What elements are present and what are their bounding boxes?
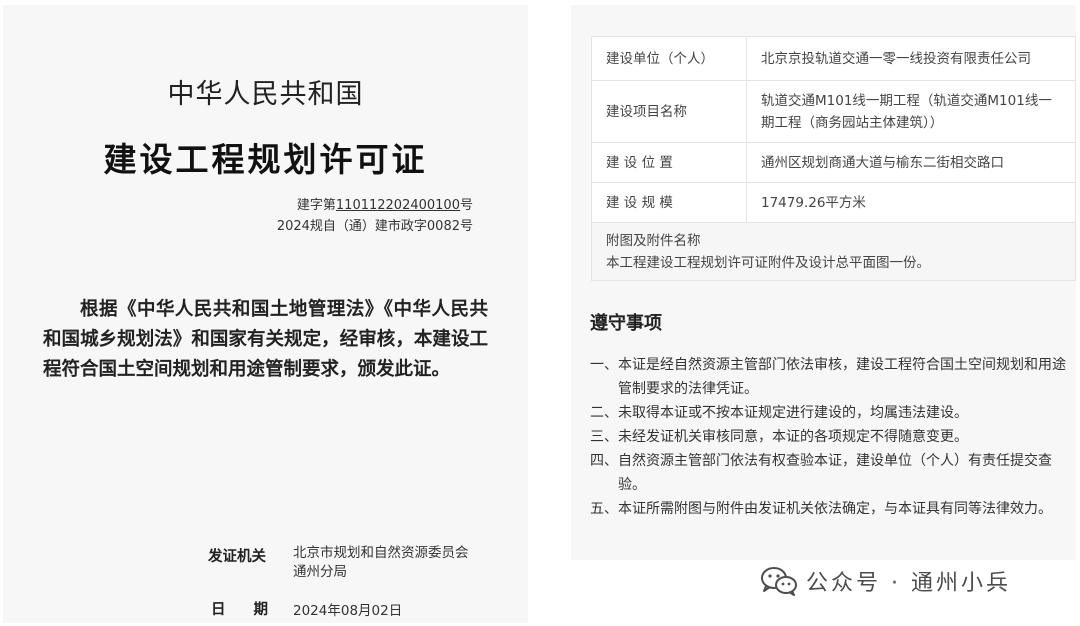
table-row: 附图及附件名称 本工程建设工程规划许可证附件及设计总平面图一份。 (591, 222, 1076, 281)
row-label: 建设项目名称 (591, 80, 747, 143)
issuer-line2: 通州分局 (293, 564, 347, 580)
attachment-label: 附图及附件名称 (606, 232, 701, 249)
attachment-cell: 附图及附件名称 本工程建设工程规划许可证附件及设计总平面图一份。 (591, 222, 1076, 281)
number-value: 110112202400100 (335, 198, 460, 213)
observances-list: 一、 本证是经自然资源主管部门依法审核，建设工程符合国土空间规划和用途管制要求的法… (590, 353, 1068, 521)
item-text: 未经发证机关审核同意，本证的各项规定不得随意变更。 (618, 429, 968, 445)
table-row: 建 设 规 模 17479.26平方米 (591, 182, 1076, 223)
row-value: 轨道交通M101线一期工程（轨道交通M101线一期工程（商务园站主体建筑）） (746, 80, 1076, 143)
item-number: 五、 (590, 501, 618, 517)
certificate-number: 建字第110112202400100号 (277, 195, 473, 216)
table-row: 建设单位（个人） 北京京投轨道交通一零一线投资有限责任公司 (591, 36, 1076, 81)
page: 中华人民共和国 建设工程规划许可证 建字第110112202400100号 20… (0, 0, 1080, 626)
info-table: 建设单位（个人） 北京京投轨道交通一零一线投资有限责任公司 建设项目名称 轨道交… (591, 36, 1076, 281)
table-row: 建 设 位 置 通州区规划商通大道与榆东二街相交路口 (591, 142, 1076, 183)
date-value: 2024年08月02日 (293, 603, 403, 619)
item-number: 二、 (590, 405, 618, 421)
number-suffix: 号 (459, 198, 473, 213)
list-item: 五、 本证所需附图与附件由发证机关依法确定，与本证具有同等法律效力。 (590, 497, 1068, 521)
item-text: 本证所需附图与附件由发证机关依法确定，与本证具有同等法律效力。 (618, 501, 1052, 517)
item-number: 四、 (590, 453, 618, 469)
certificate-numbers: 建字第110112202400100号 2024规自（通）建市政字0082号 (277, 195, 473, 237)
item-text: 本证是经自然资源主管部门依法审核，建设工程符合国土空间规划和用途管制要求的法律凭… (618, 357, 1066, 397)
row-value: 北京京投轨道交通一零一线投资有限责任公司 (746, 36, 1076, 81)
certificate-body: 根据《中华人民共和国土地管理法》《中华人民共和国城乡规划法》和国家有关规定，经审… (43, 299, 488, 380)
attachment-value: 本工程建设工程规划许可证附件及设计总平面图一份。 (606, 254, 930, 271)
certificate-country: 中华人民共和国 (167, 79, 364, 110)
issuer-value: 北京市规划和自然资源委员会 通州分局 (293, 544, 503, 582)
watermark-text: 公众号 · 通州小兵 (806, 571, 1011, 596)
row-label: 建 设 规 模 (591, 182, 747, 223)
list-item: 二、 未取得本证或不按本证规定进行建设的，均属违法建设。 (590, 401, 1068, 425)
number-prefix: 建字第 (296, 198, 336, 213)
row-label: 建设单位（个人） (591, 36, 747, 81)
details-panel: 建设单位（个人） 北京京投轨道交通一零一线投资有限责任公司 建设项目名称 轨道交… (571, 5, 1076, 560)
row-label: 建 设 位 置 (591, 142, 747, 183)
certificate-title: 建设工程规划许可证 (103, 140, 428, 179)
certificate-panel: 中华人民共和国 建设工程规划许可证 建字第110112202400100号 20… (3, 5, 528, 623)
certificate-ref-no: 2024规自（通）建市政字0082号 (276, 219, 473, 234)
item-text: 自然资源主管部门依法有权查验本证，建设单位（个人）有责任提交查验。 (618, 453, 1052, 493)
watermark: 公众号 · 通州小兵 (760, 563, 1011, 599)
table-row: 建设项目名称 轨道交通M101线一期工程（轨道交通M101线一期工程（商务园站主… (591, 80, 1076, 143)
issuer-line1: 北京市规划和自然资源委员会 (293, 545, 469, 561)
date-label: 日期 (211, 602, 296, 618)
issuer-label: 发证机关 (208, 549, 266, 565)
row-value: 通州区规划商通大道与榆东二街相交路口 (746, 142, 1076, 183)
item-text: 未取得本证或不按本证规定进行建设的，均属违法建设。 (618, 405, 968, 421)
wechat-icon (761, 567, 797, 596)
row-value: 17479.26平方米 (746, 182, 1076, 223)
item-number: 一、 (590, 357, 618, 373)
list-item: 一、 本证是经自然资源主管部门依法审核，建设工程符合国土空间规划和用途管制要求的法… (590, 353, 1068, 401)
list-item: 四、 自然资源主管部门依法有权查验本证，建设单位（个人）有责任提交查验。 (590, 449, 1068, 497)
list-item: 三、 未经发证机关审核同意，本证的各项规定不得随意变更。 (590, 425, 1068, 449)
observances-title: 遵守事项 (590, 313, 662, 334)
item-number: 三、 (590, 429, 618, 445)
